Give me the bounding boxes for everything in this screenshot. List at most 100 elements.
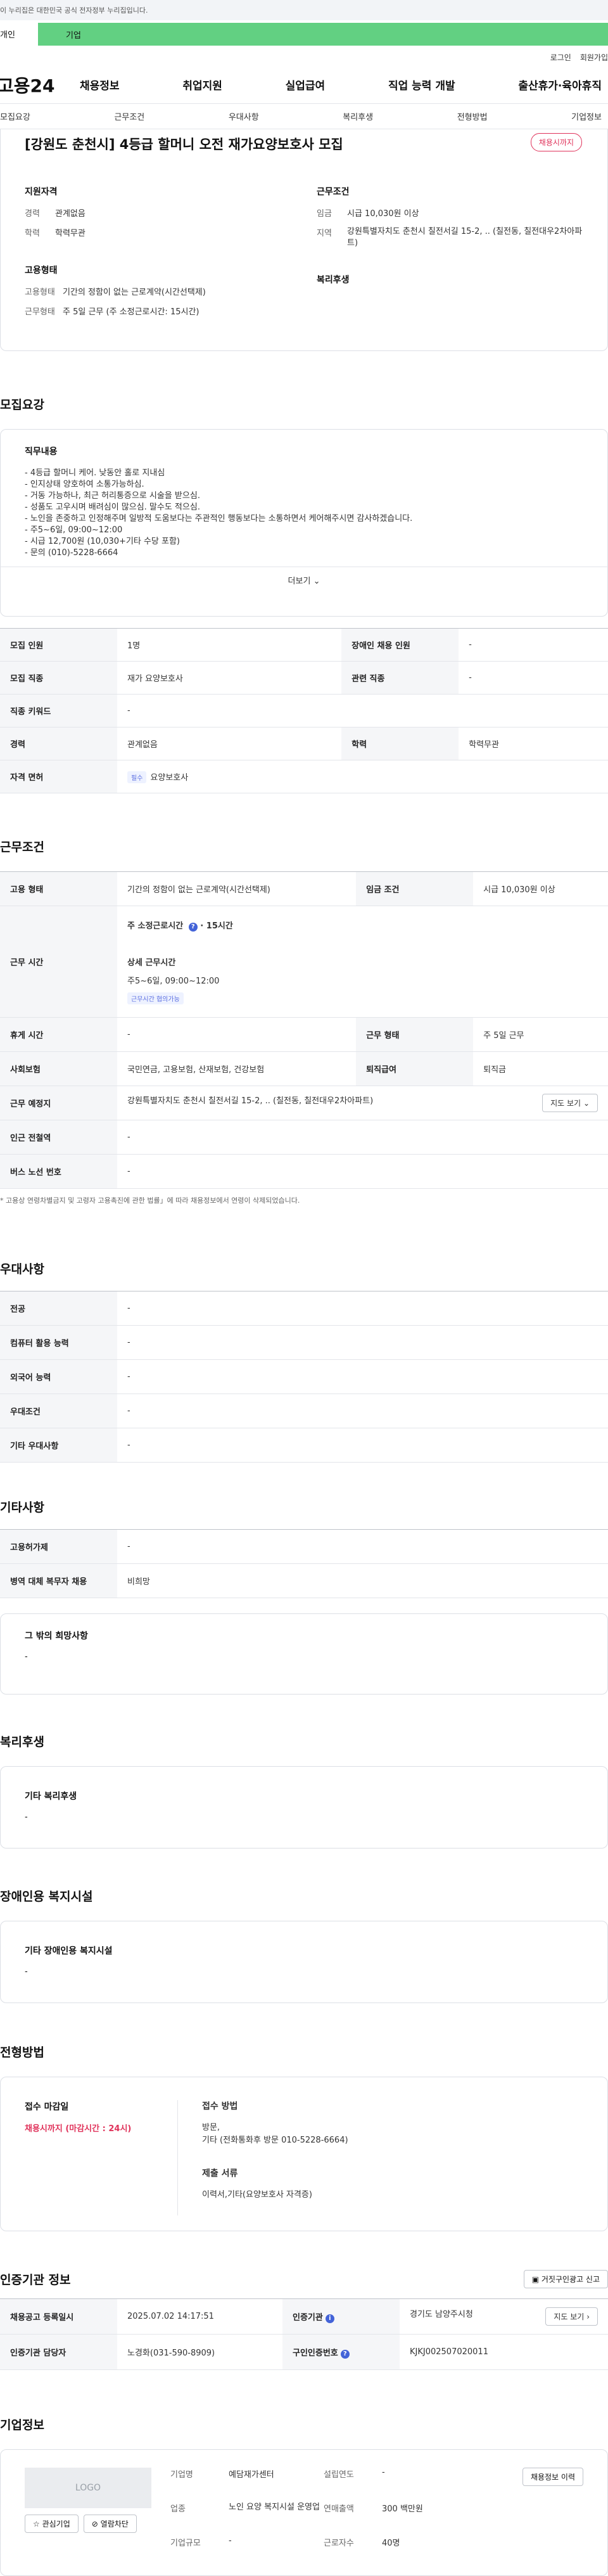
employee-count-label: 근로자수 (324, 2539, 354, 2548)
gnb-item-jobs[interactable]: 채용정보 (80, 77, 120, 93)
docs-value: 이력서,기타(요양보호사 자격증) (202, 2190, 312, 2200)
gnb-item-benefit[interactable]: 실업급여 (286, 77, 326, 93)
chevron-right-icon: › (586, 2312, 590, 2321)
gnb-item-training[interactable]: 직업 능력 개발 (388, 77, 455, 93)
global-nav: 고용24 채용정보 취업지원 실업급여 직업 능력 개발 출산휴가·육아휴직 (0, 66, 608, 104)
company-size-value: - (229, 2536, 232, 2546)
toggle-company-label: 기업 (66, 30, 81, 41)
toggle-personal[interactable]: 개인 (0, 28, 15, 40)
table-row: 고용 형태 기간의 정함이 없는 근로계약(시간선택제) 임금 조건 시급 10… (0, 871, 608, 906)
cell-head: 우대조건 (0, 1394, 117, 1428)
cell-head: 인증기관 i (282, 2298, 400, 2335)
tab-preference[interactable]: 우대사항 (229, 110, 259, 122)
cell-head: 전공 (0, 1291, 117, 1326)
selection-box: 접수 마감일 채용시까지 (마감시간 : 24시) 접수 방법 방문, 기타 (… (0, 2077, 608, 2231)
required-chip: 필수 (127, 771, 147, 783)
company-logo: LOGO (25, 2468, 151, 2508)
education-label: 학력 (25, 229, 40, 238)
disability-title: 장애인용 복지시설 (0, 1890, 93, 1904)
tab-recruit[interactable]: 모집요강 (0, 110, 30, 122)
cell-value: 비희망 (117, 1563, 608, 1598)
method-heading: 접수 방법 (202, 2101, 238, 2111)
company-title: 기업정보 (0, 2418, 44, 2432)
etc-section: 기타사항 고용허가제 - 병역 대체 복무자 채용 비희망 그 밖의 희망사항 - (0, 1498, 608, 1695)
report-icon: ▣ (531, 2275, 540, 2284)
cell-head: 장애인 채용 인원 (341, 628, 459, 662)
info-icon[interactable]: ? (188, 923, 198, 932)
table-row: 경력 관계없음 학력 학력무관 (0, 727, 608, 760)
education-value: 학력무관 (55, 229, 86, 238)
cell-head: 사회보험 (0, 1051, 117, 1086)
cell-value: 경기도 남양주시청 지도 보기 › (400, 2298, 608, 2335)
table-row: 외국어 능력 - (0, 1359, 608, 1394)
cell-head: 병역 대체 복무자 채용 (0, 1563, 117, 1598)
industry-label: 업종 (170, 2504, 186, 2514)
cell-value: 노경화(031-590-8909) (117, 2334, 282, 2370)
table-row: 컴퓨터 활용 능력 - (0, 1325, 608, 1360)
deadline-value: 채용시까지 (마감시간 : 24시) (25, 2124, 132, 2134)
job-history-button[interactable]: 채용정보 이력 (522, 2468, 583, 2486)
selection-title: 전형방법 (0, 2046, 44, 2060)
table-row: 인근 전철역 - (0, 1120, 608, 1155)
cell-head: 학력 (341, 727, 459, 760)
cell-head: 자격 면허 (0, 760, 117, 793)
join-link[interactable]: 회원가입 (580, 52, 608, 63)
cell-head: 모집 직종 (0, 661, 117, 695)
license-value: 요양보호사 (150, 772, 189, 783)
map-button[interactable]: 지도 보기 ⌄ (542, 1094, 598, 1112)
other-wish-box: 그 밖의 희망사항 - (0, 1613, 608, 1695)
docs-heading: 제출 서류 (202, 2169, 238, 2179)
info-icon[interactable]: ? (340, 2349, 350, 2359)
disability-box: 기타 장애인용 복지시설 - (0, 1921, 608, 2003)
block-button[interactable]: ⊘ 열람차단 (83, 2515, 137, 2533)
gnb-item-support[interactable]: 취업지원 (182, 77, 222, 93)
conditions-table: 고용 형태 기간의 정함이 없는 근로계약(시간선택제) 임금 조건 시급 10… (0, 871, 608, 1189)
table-row: 자격 면허 필수 요양보호사 (0, 760, 608, 793)
cell-value: 필수 요양보호사 (117, 760, 608, 793)
cell-value: - (459, 628, 608, 662)
tab-company[interactable]: 기업정보 (571, 110, 602, 122)
site-logo[interactable]: 고용24 (0, 72, 80, 98)
login-link[interactable]: 로그인 (550, 52, 571, 63)
weekly-hours-value: 15시간 (206, 921, 233, 931)
conditions-section: 근무조건 고용 형태 기간의 정함이 없는 근로계약(시간선택제) 임금 조건 … (0, 838, 608, 1205)
cell-value: - (117, 694, 608, 727)
gnb-item-leave[interactable]: 출산휴가·육아휴직 (518, 77, 602, 93)
employee-count-value: 40명 (382, 2539, 400, 2548)
other-wish-heading: 그 밖의 희망사항 (25, 1631, 88, 1641)
work-type-label: 근무형태 (25, 307, 55, 317)
table-row: 직종 키워드 - (0, 694, 608, 727)
tab-welfare[interactable]: 복리후생 (343, 110, 373, 122)
job-title: [강원도 춘천시] 4등급 할머니 오전 재가요양보호사 모집 (25, 137, 343, 152)
work-place-value: 강원특별자치도 춘천시 칠전서길 15-2, .. (칠전동, 칠전대우2차아파… (127, 1096, 374, 1106)
toggle-company[interactable]: 기업 (38, 23, 608, 46)
cert-id-label: 구인인증번호 (293, 2348, 338, 2358)
cell-head: 임금 조건 (356, 871, 474, 906)
agency-map-label: 지도 보기 (554, 2312, 585, 2321)
tab-selection[interactable]: 전형방법 (457, 110, 488, 122)
cell-head: 휴게 시간 (0, 1017, 117, 1052)
table-row: 전공 - (0, 1291, 608, 1326)
employment-heading: 고용형태 (25, 266, 58, 276)
favorite-button[interactable]: ☆ 관심기업 (25, 2515, 79, 2533)
tab-conditions[interactable]: 근무조건 (114, 110, 144, 122)
weekly-hours: 주 소정근로시간 ? · 15시간 (127, 921, 233, 932)
cell-value: - (117, 1394, 608, 1428)
cell-value: 국민연금, 고용보험, 산재보험, 건강보험 (117, 1051, 357, 1086)
disability-other-value: - (25, 1967, 28, 1977)
job-summary-card: [강원도 춘천시] 4등급 할머니 오전 재가요양보호사 모집 채용시까지 지원… (0, 129, 608, 351)
table-row: 휴게 시간 - 근무 형태 주 5일 근무 (0, 1017, 608, 1052)
cell-head: 관련 직종 (341, 661, 459, 695)
cell-value: - (117, 1529, 608, 1564)
condition-heading: 근무조건 (317, 187, 350, 197)
block-icon: ⊘ (91, 2520, 98, 2528)
cell-value: 주 소정근로시간 ? · 15시간 상세 근무시간 주5~6일, 09:00~1… (117, 906, 608, 1018)
cell-head: 인근 전철역 (0, 1120, 117, 1155)
more-button[interactable]: 더보기 ⌄ (0, 567, 608, 596)
more-label: 더보기 (288, 577, 311, 586)
agency-map-button[interactable]: 지도 보기 › (545, 2307, 598, 2326)
map-button-label: 지도 보기 (550, 1099, 581, 1108)
deadline-heading: 접수 마감일 (25, 2102, 69, 2112)
report-button[interactable]: ▣ 거짓구인광고 신고 (523, 2270, 608, 2288)
info-icon[interactable]: i (325, 2314, 334, 2323)
